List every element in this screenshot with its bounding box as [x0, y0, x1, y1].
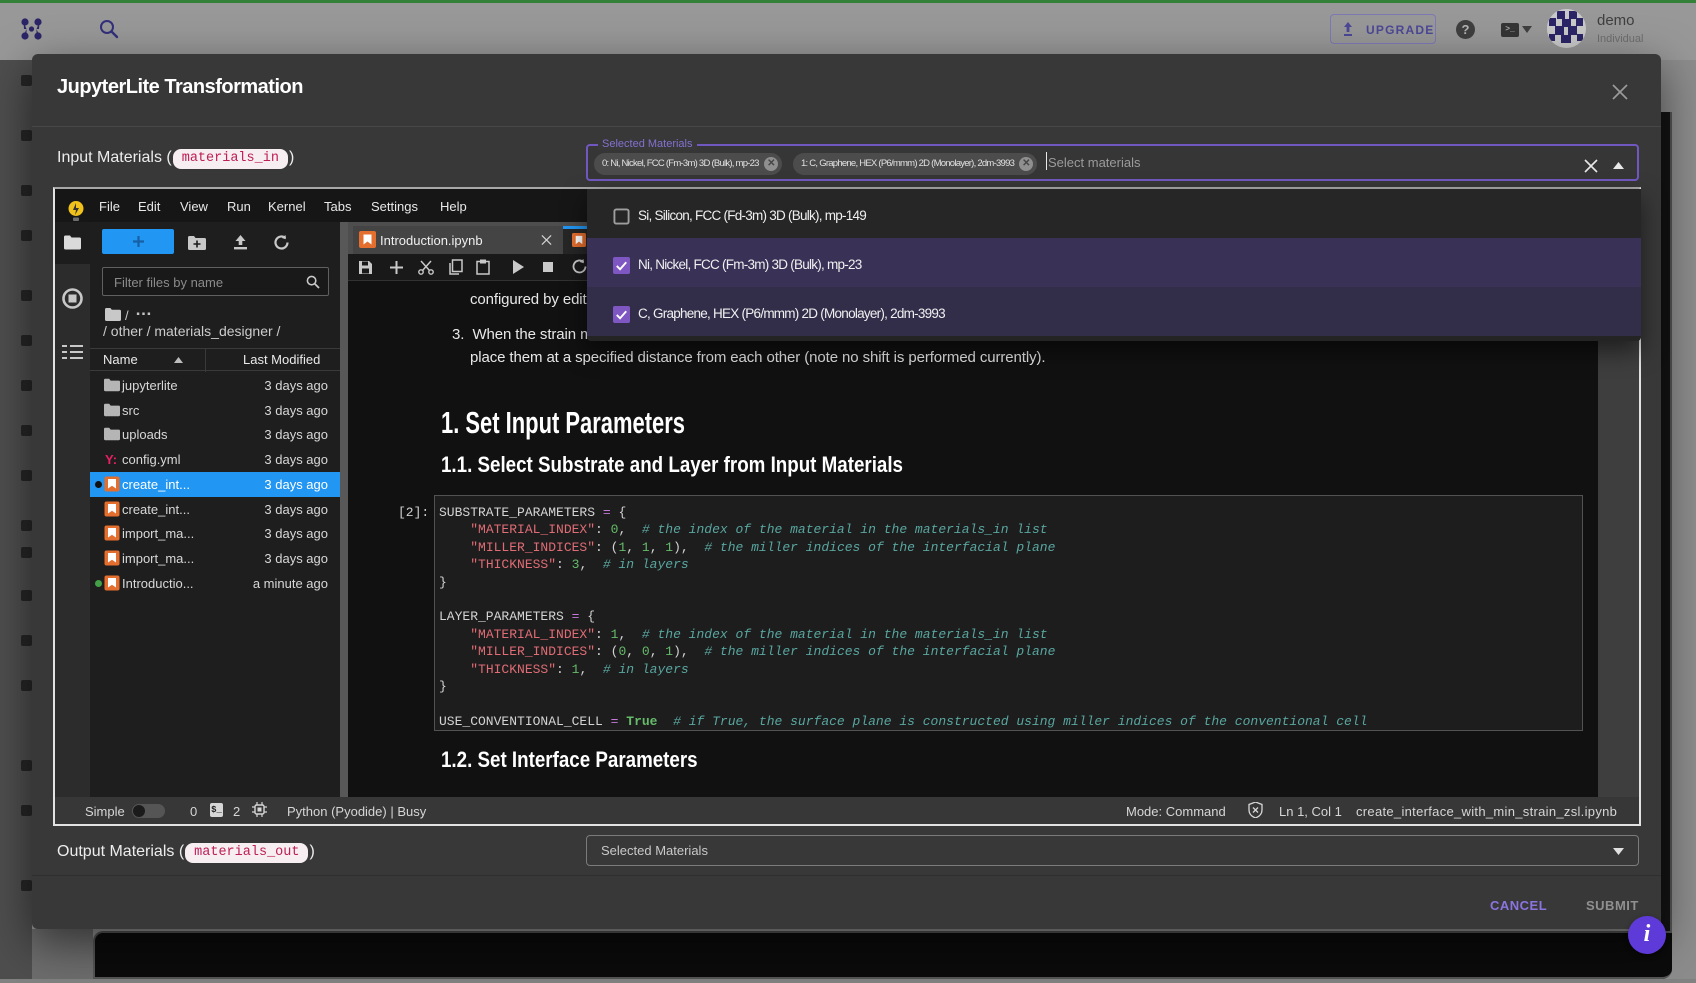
svg-text:Y:: Y:	[105, 452, 117, 467]
